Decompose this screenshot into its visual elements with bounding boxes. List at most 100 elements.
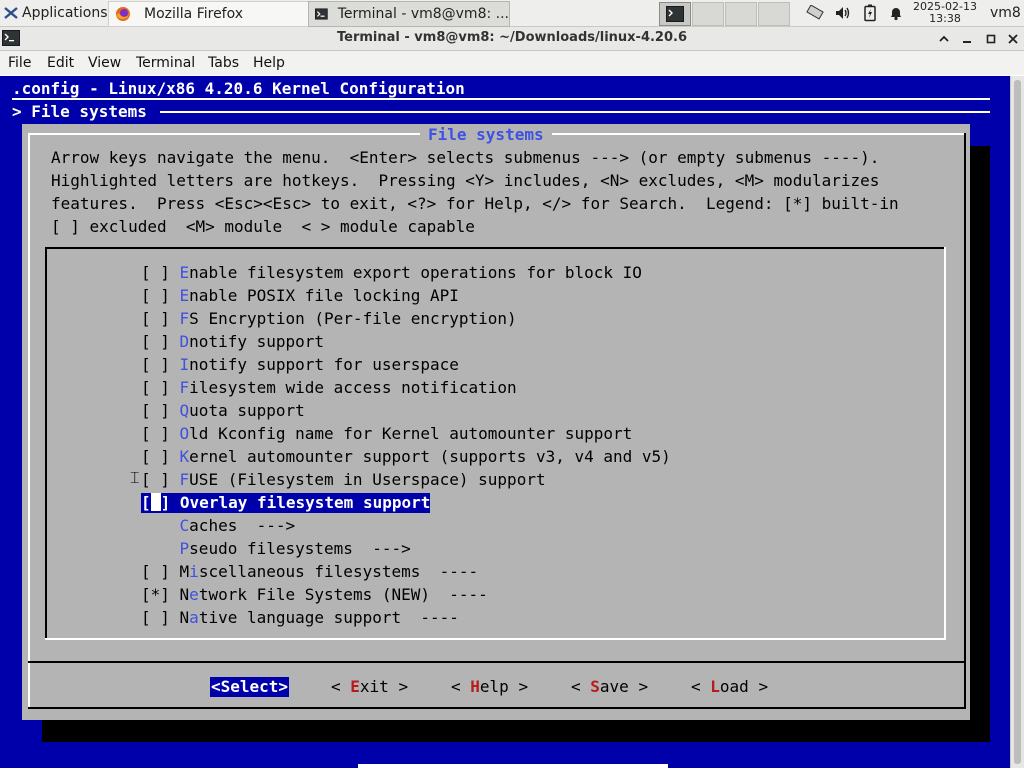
menu-item-hotkey: O (179, 493, 190, 512)
menu-item-checkbox-close: ] (160, 493, 180, 512)
menu-item-label: nable POSIX file locking API (189, 286, 459, 305)
menu-item-prefix: [ ] (141, 286, 180, 305)
menu-item-prefix: [ ] N (141, 608, 190, 627)
save-button-post: ave > (599, 677, 649, 696)
menu-item[interactable]: [ ] Filesystem wide access notification (141, 378, 517, 398)
menu-item-hotkey: F (179, 378, 190, 397)
menu-edit[interactable]: Edit (47, 51, 74, 71)
menu-item[interactable]: [ ] Enable filesystem export operations … (141, 263, 642, 283)
menu-item-label: ld Kconfig name for Kernel automounter s… (189, 424, 633, 443)
scrollbar-thumb[interactable] (1014, 80, 1021, 764)
exit-button-hotkey: E (350, 677, 360, 696)
taskbar-terminal-label: Terminal - vm8@vm8: ... (337, 6, 509, 22)
menu-item-hotkey: I (179, 355, 190, 374)
menu-list-border (45, 247, 47, 640)
minimize-window-icon[interactable] (961, 33, 973, 45)
menu-item[interactable]: [*] Network File Systems (NEW) ---- (141, 585, 488, 605)
menu-view[interactable]: View (88, 51, 121, 71)
workspace-4-button[interactable] (758, 2, 790, 26)
workspace-3-button[interactable] (725, 2, 757, 26)
menu-item-prefix (141, 516, 180, 535)
dialog-border (28, 707, 966, 709)
menu-item[interactable]: [ ] Dnotify support (141, 332, 324, 352)
menu-item[interactable]: [ ] Kernel automounter support (supports… (141, 447, 671, 467)
menu-item-label: S Encryption (Per-file encryption) (189, 309, 517, 328)
terminal-icon (666, 6, 684, 22)
notification-bell-icon[interactable] (888, 5, 904, 21)
menu-help[interactable]: Help (253, 51, 285, 71)
save-button-pre: < (571, 677, 591, 696)
network-icon[interactable] (806, 5, 826, 21)
user-menu-button[interactable]: vm8 (990, 0, 1024, 26)
menu-item-selected[interactable]: [] Overlay filesystem support (141, 493, 431, 513)
clock-time: 13:38 (929, 12, 961, 25)
menu-item-hotkey: K (179, 447, 190, 466)
menu-item-prefix: [ ] (141, 470, 180, 489)
battery-icon[interactable] (863, 4, 877, 22)
menu-item-hotkey: E (179, 286, 190, 305)
help-button[interactable]: < Help > (451, 677, 528, 697)
help-line-2: Highlighted letters are hotkeys. Pressin… (51, 171, 880, 190)
menu-item-hotkey: C (179, 516, 190, 535)
menu-item[interactable]: [ ] Inotify support for userspace (141, 355, 459, 375)
menu-file[interactable]: File (8, 51, 31, 71)
menu-tabs[interactable]: Tabs (208, 51, 239, 71)
menu-item[interactable]: Pseudo filesystems ---> (141, 539, 411, 559)
workspace-1-button[interactable] (659, 2, 691, 26)
menu-item-label: verlay filesystem support (189, 493, 431, 512)
menu-item-hotkey: Q (179, 401, 190, 420)
menu-item[interactable]: [ ] FS Encryption (Per-file encryption) (141, 309, 517, 329)
close-window-icon[interactable] (1007, 33, 1019, 45)
taskbar-terminal-button[interactable]: Terminal - vm8@vm8: ... (308, 1, 510, 27)
breadcrumb: > File systems (12, 102, 155, 122)
menu-item-hotkey: E (179, 263, 190, 282)
menu-item[interactable]: [ ] Native language support ---- (141, 608, 459, 628)
menu-item-prefix: [ ] (141, 332, 180, 351)
save-button-hotkey: S (590, 677, 600, 696)
clock[interactable]: 2025-02-13 13:38 (912, 0, 978, 27)
save-button[interactable]: < Save > (571, 677, 648, 697)
menu-list-border (45, 638, 946, 640)
load-button-post: oad > (719, 677, 769, 696)
menu-item[interactable]: [ ] FUSE (Filesystem in Userspace) suppo… (141, 470, 546, 490)
menu-item-prefix: [ ] (141, 309, 180, 328)
workspace-2-button[interactable] (692, 2, 724, 26)
menu-item-hotkey: F (179, 309, 190, 328)
load-button-hotkey: L (710, 677, 720, 696)
menu-item-hotkey: P (179, 539, 190, 558)
taskbar-firefox-label: Mozilla Firefox (144, 6, 244, 22)
menu-item-prefix (141, 539, 180, 558)
exit-button-pre: < (331, 677, 351, 696)
menu-item-prefix: [ ] (141, 355, 180, 374)
select-button[interactable]: <Select> (210, 677, 290, 697)
menu-item[interactable]: [ ] Miscellaneous filesystems ---- (141, 562, 478, 582)
help-line-3: features. Press <Esc><Esc> to exit, <?> … (51, 194, 899, 213)
menu-item-label: ernel automounter support (supports v3, … (189, 447, 671, 466)
menu-item[interactable]: [ ] Enable POSIX file locking API (141, 286, 459, 306)
help-line-1: Arrow keys navigate the menu. <Enter> se… (51, 148, 880, 167)
taskbar-firefox-button[interactable]: Mozilla Firefox (108, 1, 310, 27)
terminal-icon (315, 8, 328, 20)
shade-window-icon[interactable] (938, 33, 950, 45)
menu-item-hotkey: F (179, 470, 190, 489)
maximize-window-icon[interactable] (985, 33, 997, 45)
menu-item-hotkey: a (189, 608, 199, 627)
menu-item-prefix: [ ] (141, 401, 180, 420)
menu-terminal[interactable]: Terminal (136, 51, 195, 71)
menu-item[interactable]: [ ] Old Kconfig name for Kernel automoun… (141, 424, 632, 444)
window-title: Terminal - vm8@vm8: ~/Downloads/linux-4.… (337, 30, 687, 45)
menu-item[interactable]: [ ] Quota support (141, 401, 305, 421)
menu-item-label: nable filesystem export operations for b… (189, 263, 642, 282)
menu-item-prefix: [ ] M (141, 562, 190, 581)
menu-item[interactable]: Caches ---> (141, 516, 296, 536)
load-button[interactable]: < Load > (691, 677, 768, 697)
dialog-title: File systems (420, 125, 552, 145)
menu-item-label: tive language support ---- (198, 608, 459, 627)
menu-item-label: aches ---> (189, 516, 296, 535)
applications-menu-button[interactable]: Applications (0, 0, 108, 26)
volume-icon[interactable] (834, 5, 852, 21)
window-titlebar: Terminal - vm8@vm8: ~/Downloads/linux-4.… (0, 27, 1024, 51)
terminal-scrollbar[interactable] (1010, 76, 1024, 768)
dialog-border (964, 133, 966, 709)
exit-button[interactable]: < Exit > (331, 677, 408, 697)
